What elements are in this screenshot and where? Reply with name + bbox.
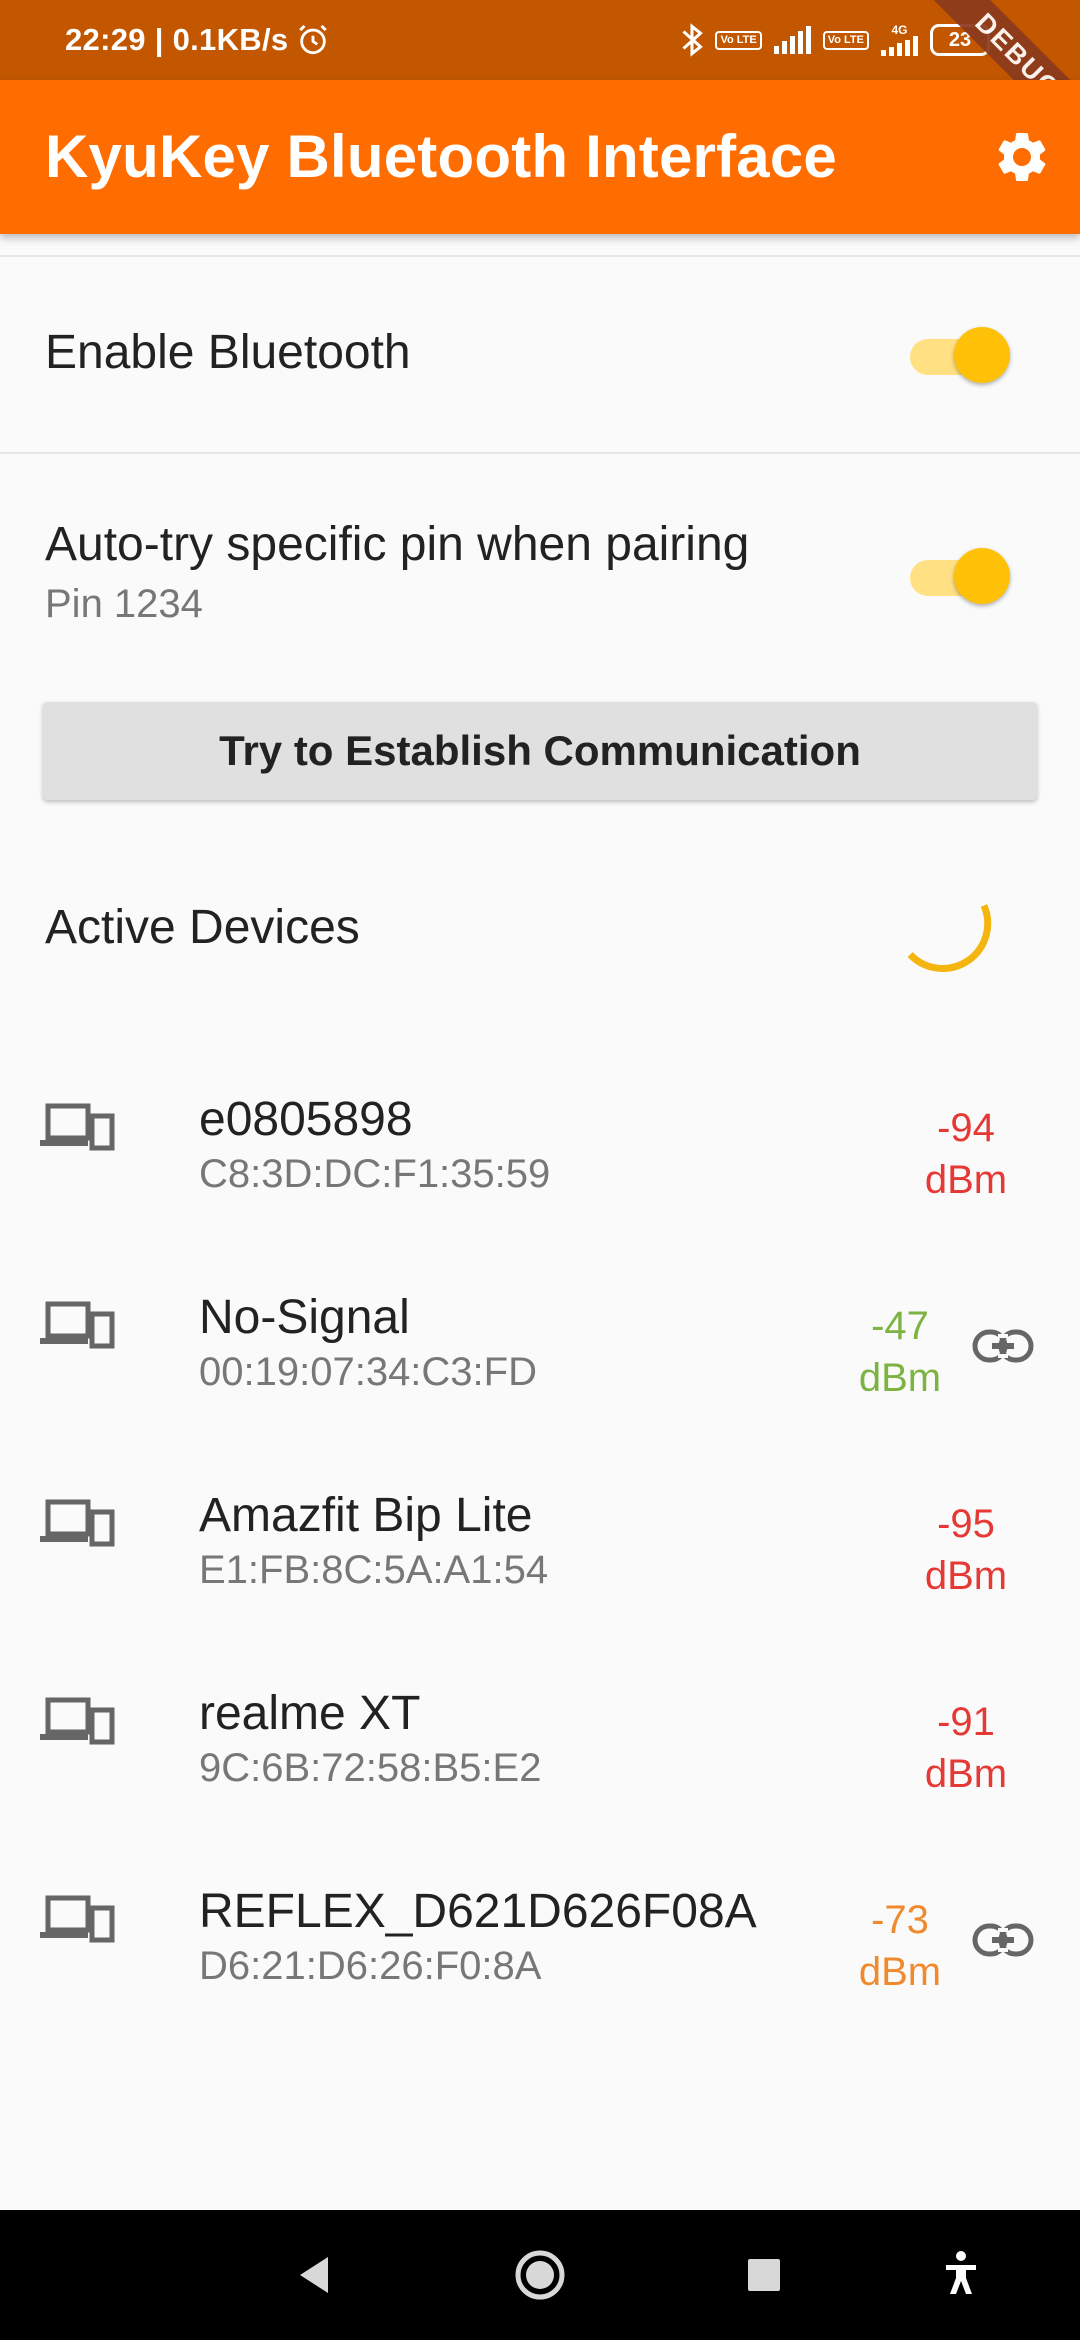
device-list-item[interactable]: REFLEX_D621D626F08A D6:21:D6:26:F0:8A -7… xyxy=(0,1854,1080,2052)
rssi-unit: dBm xyxy=(858,1950,942,1994)
back-triangle-icon[interactable] xyxy=(290,2210,340,2340)
device-name: Amazfit Bip Lite xyxy=(199,1489,533,1542)
device-rssi: -47 dBm xyxy=(830,1300,970,1404)
network-type-indicator: 4G xyxy=(881,24,918,56)
loading-spinner-icon xyxy=(907,904,992,972)
device-mac: D6:21:D6:26:F0:8A xyxy=(199,1944,542,1988)
device-list-item[interactable]: e0805898 C8:3D:DC:F1:35:59 -94 dBm xyxy=(0,1062,1080,1260)
pin-switch[interactable] xyxy=(904,543,1014,604)
device-rssi: -95 dBm xyxy=(896,1498,1036,1602)
signal-strength-icon-2 xyxy=(881,36,918,56)
device-mac: C8:3D:DC:F1:35:59 xyxy=(199,1152,551,1196)
devices-icon xyxy=(40,1697,115,1745)
home-circle-icon[interactable] xyxy=(510,2210,570,2340)
navigation-bar xyxy=(0,2210,1080,2340)
recents-square-icon[interactable] xyxy=(744,2210,784,2340)
app-bar: KyuKey Bluetooth Interface xyxy=(0,80,1080,234)
device-mac: E1:FB:8C:5A:A1:54 xyxy=(199,1548,549,1592)
rssi-value: -95 xyxy=(937,1502,995,1546)
volte-badge-1: Vo LTE xyxy=(715,30,762,50)
device-list-item[interactable]: No-Signal 00:19:07:34:C3:FD -47 dBm xyxy=(0,1260,1080,1458)
rssi-value: -47 xyxy=(871,1304,929,1348)
gear-icon[interactable] xyxy=(992,127,1052,187)
devices-icon xyxy=(40,1103,115,1151)
rssi-value: -73 xyxy=(871,1898,929,1942)
network-type-label: 4G xyxy=(891,23,908,37)
switch-thumb xyxy=(954,548,1010,604)
link-icon[interactable] xyxy=(972,1328,1034,1364)
devices-icon xyxy=(40,1895,115,1943)
bluetooth-toggle-label: Enable Bluetooth xyxy=(45,326,411,379)
rssi-unit: dBm xyxy=(924,1554,1008,1598)
rssi-value: -91 xyxy=(937,1700,995,1744)
bluetooth-icon xyxy=(682,23,704,57)
status-icons: Vo LTE Vo LTE 4G 23 xyxy=(681,0,990,80)
status-bar: 22:29 | 0.1KB/s Vo LTE Vo LTE 4G 23 DEBU… xyxy=(0,0,1080,155)
pin-toggle-sublabel: Pin 1234 xyxy=(45,582,203,626)
device-list-item[interactable]: realme XT 9C:6B:72:58:B5:E2 -91 dBm xyxy=(0,1656,1080,1854)
rssi-unit: dBm xyxy=(924,1158,1008,1202)
device-name: REFLEX_D621D626F08A xyxy=(199,1885,757,1938)
signal-strength-icon-1 xyxy=(773,26,811,54)
alarm-icon xyxy=(299,24,328,55)
volte-badge-2: Vo LTE xyxy=(822,30,869,50)
rssi-unit: dBm xyxy=(924,1752,1008,1796)
divider xyxy=(0,452,1080,454)
switch-thumb xyxy=(954,327,1010,383)
device-rssi: -94 dBm xyxy=(896,1102,1036,1206)
device-rssi: -91 dBm xyxy=(896,1696,1036,1800)
devices-icon xyxy=(40,1499,115,1547)
device-name: realme XT xyxy=(199,1687,421,1740)
link-icon[interactable] xyxy=(972,1922,1034,1958)
device-rssi: -73 dBm xyxy=(830,1894,970,1998)
device-list-item[interactable]: Amazfit Bip Lite E1:FB:8C:5A:A1:54 -95 d… xyxy=(0,1458,1080,1656)
page-title: KyuKey Bluetooth Interface xyxy=(45,123,837,190)
active-devices-title: Active Devices xyxy=(45,901,360,954)
device-mac: 9C:6B:72:58:B5:E2 xyxy=(199,1746,542,1790)
status-time-speed: 22:29 | 0.1KB/s xyxy=(65,0,330,80)
rssi-value: -94 xyxy=(937,1106,995,1150)
devices-icon xyxy=(40,1301,115,1349)
status-time-text: 22:29 | 0.1KB/s xyxy=(65,22,289,57)
device-name: e0805898 xyxy=(199,1093,413,1146)
rssi-unit: dBm xyxy=(858,1356,942,1400)
divider xyxy=(0,255,1080,257)
establish-communication-button[interactable]: Try to Establish Communication xyxy=(43,702,1037,800)
device-name: No-Signal xyxy=(199,1291,410,1344)
device-mac: 00:19:07:34:C3:FD xyxy=(199,1350,537,1394)
accessibility-icon[interactable] xyxy=(936,2210,986,2340)
bluetooth-switch[interactable] xyxy=(904,322,1014,383)
pin-toggle-label: Auto-try specific pin when pairing xyxy=(45,518,750,571)
